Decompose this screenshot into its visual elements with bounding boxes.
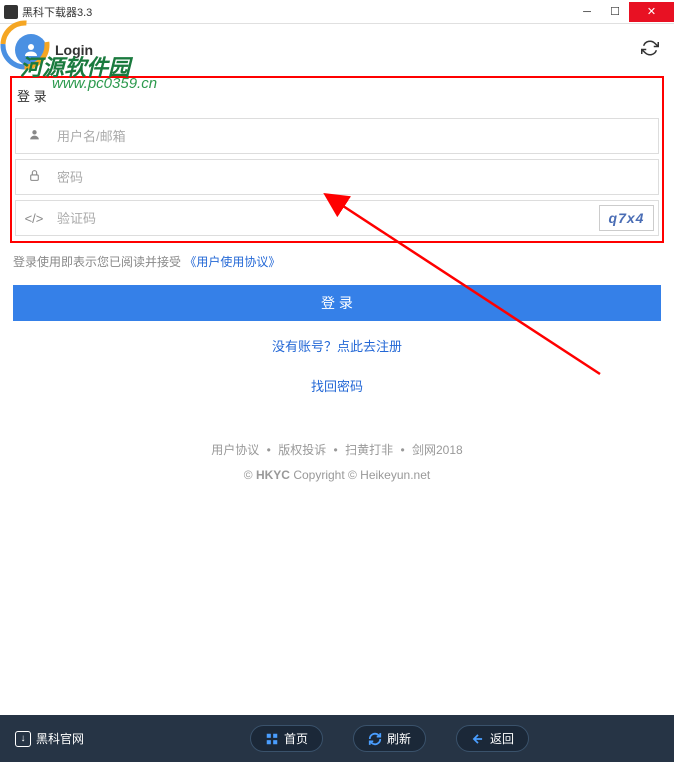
refresh-icon[interactable]	[641, 39, 659, 62]
highlight-box: 登 录 </> q7x4	[10, 76, 664, 243]
username-input[interactable]	[52, 129, 658, 144]
captcha-image[interactable]: q7x4	[599, 205, 654, 231]
window-titlebar: 黑科下载器3.3 ─ ☐ ✕	[0, 0, 674, 24]
user-icon	[16, 128, 52, 144]
bottom-toolbar: ↓ 黑科官网 首页 刷新 返回	[0, 715, 674, 762]
refresh-label: 刷新	[387, 730, 411, 747]
page-header: Login	[0, 24, 674, 76]
footer-link-copyright[interactable]: 版权投诉	[278, 443, 326, 457]
footer-link-agreement[interactable]: 用户协议	[211, 443, 259, 457]
user-avatar-icon	[15, 34, 47, 66]
home-label: 首页	[284, 730, 308, 747]
back-label: 返回	[490, 730, 514, 747]
grid-icon	[265, 732, 279, 746]
login-heading: 登 录	[12, 78, 662, 113]
page-title: Login	[55, 42, 641, 58]
download-icon: ↓	[15, 731, 31, 747]
footer-links: 用户协议 • 版权投诉 • 扫黄打非 • 剑网2018	[0, 441, 674, 458]
window-title: 黑科下载器3.3	[22, 4, 573, 20]
refresh-button[interactable]: 刷新	[353, 725, 426, 752]
app-icon	[4, 5, 18, 19]
back-button[interactable]: 返回	[456, 725, 529, 752]
official-site-link[interactable]: ↓ 黑科官网	[15, 730, 84, 747]
password-input[interactable]	[52, 170, 658, 185]
copyright-text: © HKYC Copyright © Heikeyun.net	[0, 468, 674, 482]
agreement-prefix: 登录使用即表示您已阅读并接受	[13, 255, 181, 269]
code-icon: </>	[16, 211, 52, 226]
footer-link-jianwang[interactable]: 剑网2018	[412, 443, 463, 457]
close-button[interactable]: ✕	[629, 2, 674, 22]
official-label: 黑科官网	[36, 730, 84, 747]
username-group	[15, 118, 659, 154]
footer-link-report[interactable]: 扫黄打非	[345, 443, 393, 457]
lock-icon	[16, 169, 52, 185]
password-group	[15, 159, 659, 195]
arrow-left-icon	[471, 732, 485, 746]
content-area: Login 登 录 </>	[0, 24, 674, 715]
captcha-group: </> q7x4	[15, 200, 659, 236]
login-panel: 登 录 </> q7x4 登录	[10, 76, 664, 406]
agreement-link[interactable]: 《用户使用协议》	[184, 255, 280, 269]
forgot-password-link[interactable]: 找回密码	[311, 379, 363, 394]
agreement-text: 登录使用即表示您已阅读并接受 《用户使用协议》	[10, 243, 664, 280]
register-link[interactable]: 没有账号？点此去注册	[272, 339, 402, 354]
refresh-icon	[368, 732, 382, 746]
login-button[interactable]: 登 录	[13, 285, 661, 321]
minimize-button[interactable]: ─	[573, 2, 601, 22]
bottom-nav: 首页 刷新 返回	[250, 725, 529, 752]
window-controls: ─ ☐ ✕	[573, 2, 674, 22]
captcha-input[interactable]	[52, 211, 599, 226]
maximize-button[interactable]: ☐	[601, 2, 629, 22]
home-button[interactable]: 首页	[250, 725, 323, 752]
